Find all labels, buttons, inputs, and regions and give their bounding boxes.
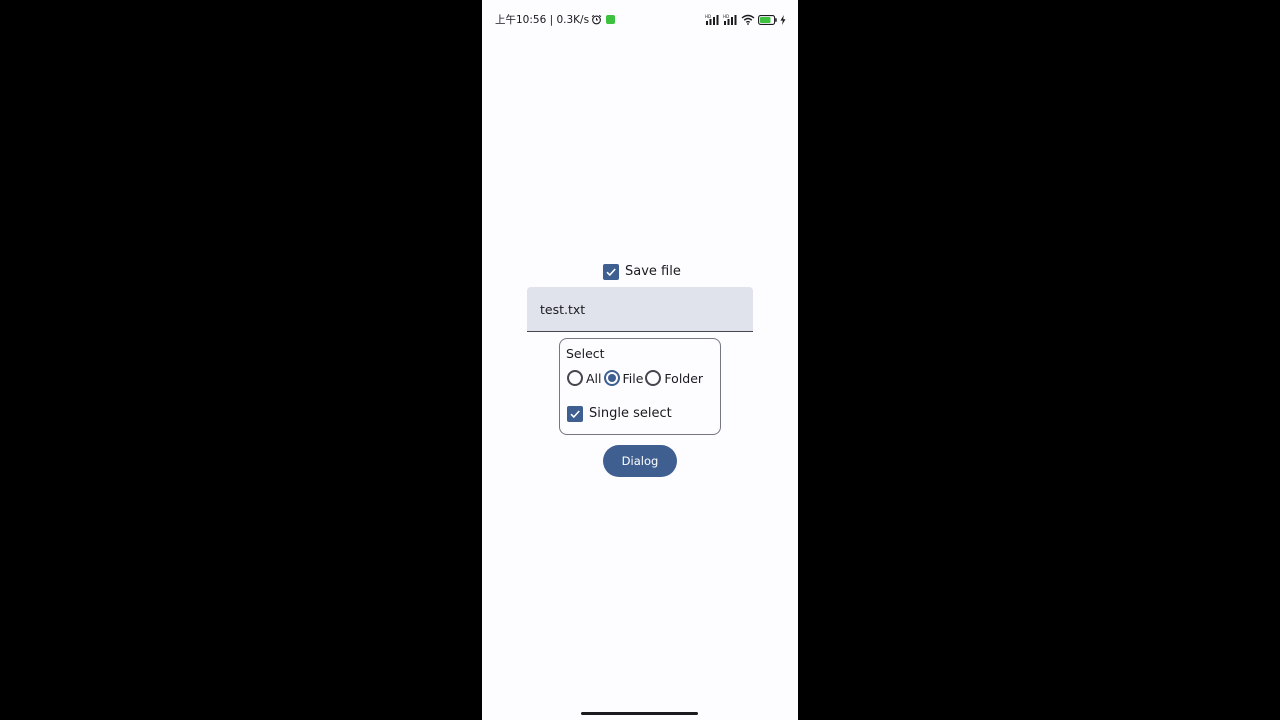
check-icon	[570, 409, 580, 418]
hd-signal-icon: HD	[705, 14, 719, 25]
radio-label-all: All	[586, 370, 602, 386]
status-bar: 上午10:56 | 0.3K/s HD HD	[482, 0, 798, 38]
save-file-checkbox[interactable]	[603, 263, 619, 280]
select-group: Select All File Folder Single select	[559, 338, 721, 435]
selection-radio-group: All File Folder	[567, 369, 705, 387]
single-select-label: Single select	[589, 406, 672, 421]
filename-input[interactable]	[540, 299, 740, 319]
save-file-checkbox-row[interactable]: Save file	[603, 263, 681, 280]
svg-text:HD: HD	[723, 14, 729, 19]
single-select-checkbox-row[interactable]: Single select	[567, 405, 672, 422]
notification-badge	[606, 15, 616, 24]
status-time-network: 上午10:56 | 0.3K/s	[495, 14, 590, 26]
radio-option-file[interactable]: File	[603, 370, 644, 386]
select-group-title: Select	[566, 346, 605, 361]
filename-field[interactable]	[527, 287, 753, 332]
status-right: HD HD	[705, 13, 786, 26]
radio-label-file: File	[622, 370, 644, 386]
radio-label-folder: Folder	[664, 370, 704, 386]
gesture-navigation-bar[interactable]	[581, 712, 698, 715]
radio-option-all[interactable]: All	[567, 370, 602, 386]
status-left: 上午10:56 | 0.3K/s	[495, 13, 616, 26]
save-file-label: Save file	[625, 264, 681, 279]
alarm-icon	[591, 14, 602, 25]
phone-screen: 上午10:56 | 0.3K/s HD HD Save file test.tx…	[482, 0, 798, 720]
battery-icon	[758, 14, 777, 25]
check-icon	[606, 267, 616, 276]
radio-option-folder[interactable]: Folder	[645, 370, 703, 386]
wifi-icon	[741, 14, 755, 25]
svg-text:HD: HD	[705, 14, 711, 19]
radio-button-all[interactable]	[567, 370, 583, 386]
single-select-checkbox[interactable]	[567, 405, 583, 422]
hd-signal-icon: HD	[723, 14, 737, 25]
charging-icon	[780, 14, 786, 25]
radio-button-file[interactable]	[603, 370, 620, 386]
dialog-button[interactable]: Dialog	[603, 445, 677, 477]
radio-button-folder[interactable]	[645, 370, 662, 386]
